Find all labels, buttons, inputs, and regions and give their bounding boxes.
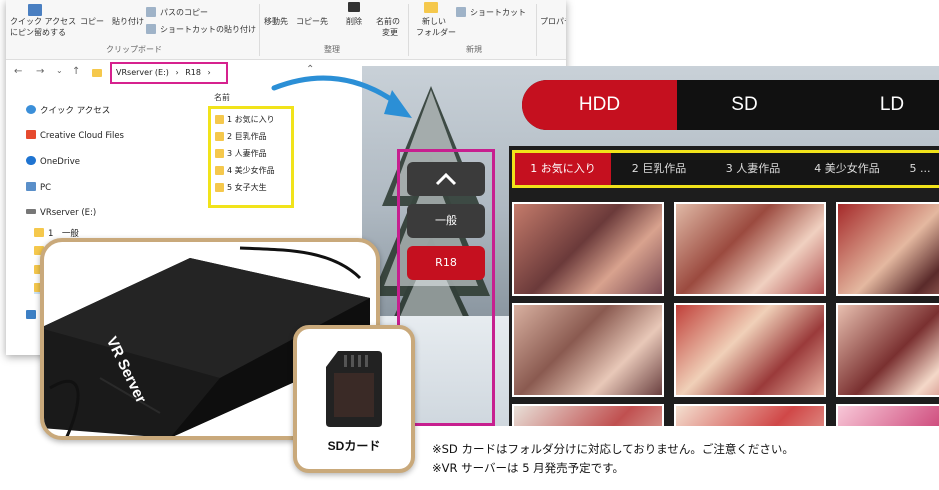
star-icon bbox=[26, 105, 36, 114]
tab-favorites[interactable]: 1 お気に入り bbox=[515, 153, 611, 185]
pin-quick-access-button[interactable]: クイック アクセス bbox=[10, 16, 76, 27]
note-sd-folders: ※SD カードはフォルダ分けに対応しておりません。ご注意ください。 bbox=[432, 442, 794, 456]
source-tab-bar: HDD SD LD bbox=[522, 80, 939, 130]
address-bar[interactable]: VRserver (E:) › R18 › bbox=[110, 62, 228, 84]
video-thumbnail[interactable] bbox=[836, 303, 939, 397]
folder-icon bbox=[215, 183, 224, 192]
breadcrumb-separator: › bbox=[175, 68, 179, 77]
list-item[interactable]: 3 人妻作品 bbox=[215, 145, 287, 162]
back-arrow-icon[interactable]: ← bbox=[14, 66, 22, 77]
tab-ld[interactable]: LD bbox=[852, 80, 932, 130]
pin-icon bbox=[28, 4, 42, 16]
monitor-icon bbox=[26, 182, 36, 191]
group-organize-label: 整理 bbox=[324, 45, 340, 54]
rename-button-line2[interactable]: 変更 bbox=[382, 27, 398, 38]
move-to-button[interactable]: 移動先 bbox=[264, 16, 288, 27]
sidebar-item-r18[interactable]: R18 bbox=[407, 246, 485, 280]
promo-composite: クイック アクセス にピン留めする コピー 貼り付け パスのコピー ショートカッ… bbox=[0, 0, 939, 490]
group-clipboard-label: クリップボード bbox=[106, 45, 162, 54]
video-thumbnail[interactable] bbox=[512, 303, 664, 397]
copy-button[interactable]: コピー bbox=[80, 16, 104, 27]
ribbon-divider bbox=[536, 4, 537, 56]
group-new-label: 新規 bbox=[466, 45, 482, 54]
nav-item-creative-cloud[interactable]: Creative Cloud Files bbox=[26, 130, 124, 141]
shortcut-button[interactable]: ショートカット bbox=[470, 7, 526, 18]
content-panel: 1 お気に入り 2 巨乳作品 3 人妻作品 4 美少女作品 5 ... bbox=[509, 146, 939, 426]
new-folder-button-line2[interactable]: フォルダー bbox=[416, 27, 456, 38]
up-arrow-icon[interactable]: ↑ bbox=[72, 66, 80, 77]
copy-to-button[interactable]: コピー先 bbox=[296, 16, 328, 27]
video-thumbnail[interactable] bbox=[674, 202, 826, 296]
network-icon bbox=[26, 310, 36, 319]
tab-hdd[interactable]: HDD bbox=[522, 80, 677, 130]
sd-card-icon bbox=[326, 351, 382, 427]
forward-arrow-icon[interactable]: → bbox=[36, 66, 44, 77]
sd-card-tile: SDカード bbox=[293, 325, 415, 473]
nav-item-onedrive[interactable]: OneDrive bbox=[26, 156, 80, 167]
copy-path-button[interactable]: パスのコピー bbox=[160, 7, 208, 18]
ribbon-divider bbox=[259, 4, 260, 56]
paste-button[interactable]: 貼り付け bbox=[112, 16, 144, 27]
nav-item-quick-access[interactable]: クイック アクセス bbox=[26, 104, 110, 116]
delete-button[interactable]: 削除 bbox=[346, 16, 362, 27]
ribbon-divider bbox=[408, 4, 409, 56]
drive-icon bbox=[26, 209, 36, 214]
chevron-down-icon[interactable]: ⌄ bbox=[56, 66, 63, 75]
shortcut-icon bbox=[456, 7, 466, 17]
vr-player-screen: HDD SD LD 一般 R18 1 お気に入り 2 巨乳作品 3 人妻作品 4… bbox=[362, 66, 939, 426]
note-release-date: ※VR サーバーは 5 月発売予定です。 bbox=[432, 461, 625, 475]
sd-card-label: SDカード bbox=[327, 439, 381, 453]
video-thumbnail[interactable] bbox=[512, 202, 664, 296]
rename-button[interactable]: 名前の bbox=[376, 16, 400, 27]
scroll-up-button[interactable] bbox=[407, 162, 485, 196]
nav-item-pc[interactable]: PC bbox=[26, 182, 51, 193]
paste-shortcut-icon bbox=[146, 24, 156, 34]
folder-icon bbox=[215, 132, 224, 141]
tab-category-5[interactable]: 5 ... bbox=[895, 153, 939, 185]
category-tabs: 1 お気に入り 2 巨乳作品 3 人妻作品 4 美少女作品 5 ... bbox=[512, 150, 939, 188]
delete-icon bbox=[348, 2, 360, 12]
new-folder-button[interactable]: 新しい bbox=[422, 16, 446, 27]
tab-category-2[interactable]: 2 巨乳作品 bbox=[613, 153, 705, 185]
list-item[interactable]: 2 巨乳作品 bbox=[215, 128, 287, 145]
copy-path-icon bbox=[146, 7, 156, 17]
cloud-icon bbox=[26, 156, 36, 165]
video-thumbnail[interactable] bbox=[674, 303, 826, 397]
video-thumbnail[interactable] bbox=[512, 404, 664, 426]
properties-button[interactable]: プロパテ bbox=[540, 16, 566, 27]
new-folder-icon bbox=[424, 2, 438, 13]
video-thumbnail[interactable] bbox=[836, 202, 939, 296]
ribbon: クイック アクセス にピン留めする コピー 貼り付け パスのコピー ショートカッ… bbox=[6, 0, 566, 60]
nav-item-vrserver[interactable]: VRserver (E:) bbox=[26, 208, 96, 218]
breadcrumb-separator: › bbox=[207, 68, 211, 77]
column-header-name[interactable]: 名前 bbox=[214, 92, 230, 103]
list-item[interactable]: 5 女子大生 bbox=[215, 179, 287, 196]
tab-category-4[interactable]: 4 美少女作品 bbox=[801, 153, 893, 185]
video-thumbnail[interactable] bbox=[836, 404, 939, 426]
creative-cloud-icon bbox=[26, 130, 36, 139]
folder-icon bbox=[92, 69, 102, 77]
breadcrumb-drive[interactable]: VRserver (E:) bbox=[116, 68, 169, 77]
video-thumbnail[interactable] bbox=[674, 404, 826, 426]
paste-shortcut-button[interactable]: ショートカットの貼り付け bbox=[160, 24, 256, 35]
list-item[interactable]: 4 美少女作品 bbox=[215, 162, 287, 179]
folder-icon bbox=[215, 115, 224, 124]
curved-arrow-icon bbox=[271, 75, 412, 118]
folder-icon bbox=[34, 228, 44, 237]
tab-sd[interactable]: SD bbox=[677, 80, 812, 130]
breadcrumb-folder[interactable]: R18 bbox=[185, 68, 201, 77]
tab-category-3[interactable]: 3 人妻作品 bbox=[707, 153, 799, 185]
sidebar-item-general[interactable]: 一般 bbox=[407, 204, 485, 238]
pin-quick-access-button-line2[interactable]: にピン留めする bbox=[10, 27, 66, 38]
chevron-up-icon bbox=[435, 172, 457, 186]
folder-icon bbox=[215, 149, 224, 158]
folder-icon bbox=[215, 166, 224, 175]
